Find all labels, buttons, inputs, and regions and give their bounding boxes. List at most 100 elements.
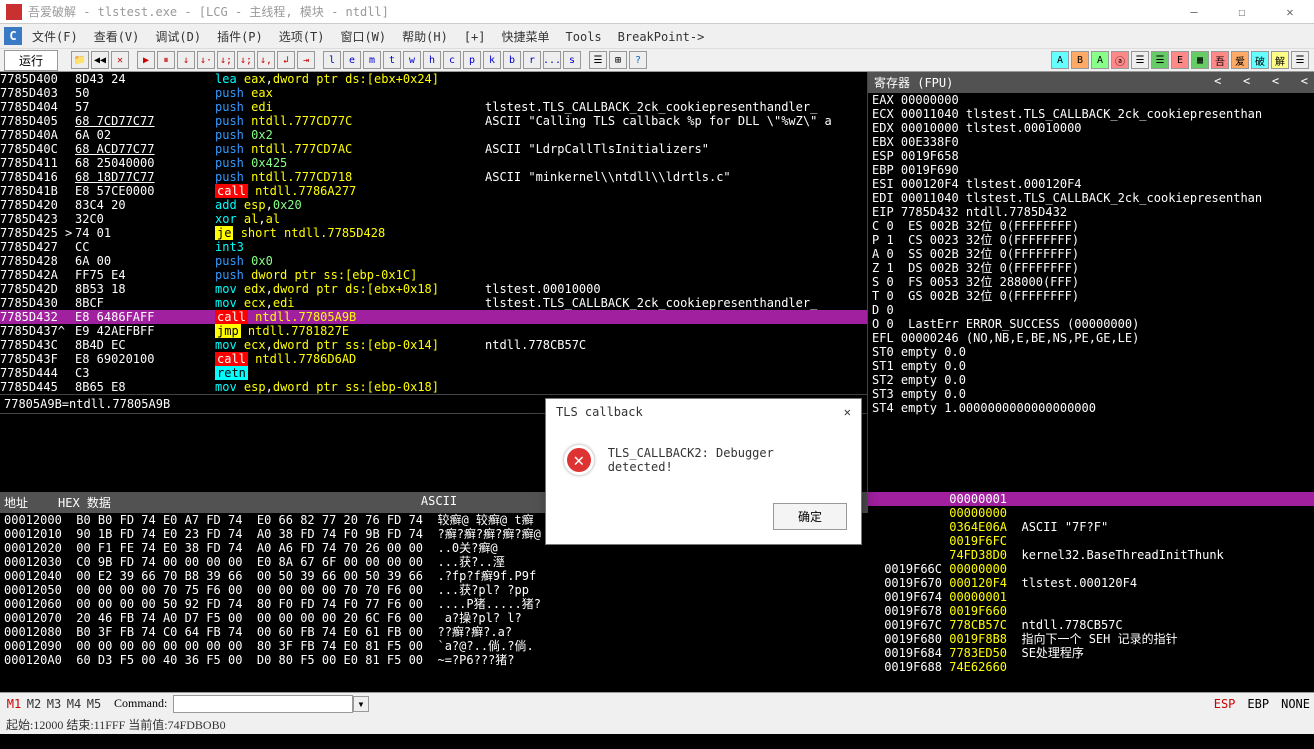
app-c-icon[interactable]: C [4, 27, 22, 45]
stack-row[interactable]: 00000000 [868, 506, 1314, 520]
disasm-row[interactable]: 7785D41B E8 57CE0000call ntdll.7786A277 [0, 184, 867, 198]
step6[interactable]: ↲ [277, 51, 295, 69]
view-s[interactable]: s [563, 51, 581, 69]
disasm-row[interactable]: 7785D404 57push editlstest.TLS_CALLBACK_… [0, 100, 867, 114]
none-btn[interactable]: NONE [1281, 697, 1310, 711]
view-k[interactable]: k [483, 51, 501, 69]
step5[interactable]: ↓, [257, 51, 275, 69]
stack-row[interactable]: 0364E06A ASCII "7F?F" [868, 520, 1314, 534]
menu-Tools[interactable]: Tools [558, 28, 610, 46]
disasm-row[interactable]: 7785D425 >74 01je short ntdll.7785D428 [0, 226, 867, 240]
stack-row[interactable]: 0019F688 74E62660 [868, 660, 1314, 674]
menu-文件(F)[interactable]: 文件(F) [24, 28, 86, 46]
dump-row[interactable]: 00012060 00 00 00 00 50 92 FD 74 80 F0 F… [0, 597, 868, 611]
reg-line[interactable]: D 0 [868, 303, 1314, 317]
ex5[interactable]: ☰ [1131, 51, 1149, 69]
ex2[interactable]: B [1071, 51, 1089, 69]
help-btn[interactable]: ? [629, 51, 647, 69]
v2[interactable]: ⊞ [609, 51, 627, 69]
stack-row[interactable]: 0019F684 7783ED50 SE处理程序 [868, 646, 1314, 660]
reg-line[interactable]: A 0 SS 002B 32位 0(FFFFFFFF) [868, 247, 1314, 261]
disasm-row[interactable]: 7785D411 68 25040000push 0x425 [0, 156, 867, 170]
reg-line[interactable]: ST0 empty 0.0 [868, 345, 1314, 359]
menu-选项(T)[interactable]: 选项(T) [271, 28, 333, 46]
menu-快捷菜单[interactable]: 快捷菜单 [494, 28, 558, 46]
maximize-button[interactable]: ☐ [1224, 5, 1260, 19]
view-...[interactable]: ... [543, 51, 561, 69]
step4[interactable]: ↓; [237, 51, 255, 69]
open-btn[interactable]: 📁 [71, 51, 89, 69]
menu-调试(D)[interactable]: 调试(D) [147, 28, 209, 46]
ex8[interactable]: ▦ [1191, 51, 1209, 69]
stack-row[interactable]: 0019F66C 00000000 [868, 562, 1314, 576]
reg-line[interactable]: S 0 FS 0053 32位 288000(FFF) [868, 275, 1314, 289]
close-button[interactable]: ✕ [1272, 5, 1308, 19]
disasm-row[interactable]: 7785D427 CCint3 [0, 240, 867, 254]
disasm-row[interactable]: 7785D428 6A 00push 0x0 [0, 254, 867, 268]
disasm-row[interactable]: 7785D42D 8B53 18mov edx,dword ptr ds:[eb… [0, 282, 867, 296]
reg-line[interactable]: ST1 empty 0.0 [868, 359, 1314, 373]
view-e[interactable]: e [343, 51, 361, 69]
step3[interactable]: ↓; [217, 51, 235, 69]
menu-插件(P)[interactable]: 插件(P) [209, 28, 271, 46]
view-r[interactable]: r [523, 51, 541, 69]
rewind-btn[interactable]: ◀◀ [91, 51, 109, 69]
reg-line[interactable]: C 0 ES 002B 32位 0(FFFFFFFF) [868, 219, 1314, 233]
disasm-row[interactable]: 7785D43F E8 69020100call ntdll.7786D6AD [0, 352, 867, 366]
disasm-row[interactable]: 7785D444 C3retn [0, 366, 867, 380]
stack-row[interactable]: 00000001 [868, 492, 1314, 506]
pause-btn[interactable]: ⏸ [157, 51, 175, 69]
disasm-row[interactable]: 7785D445 8B65 E8mov esp,dword ptr ss:[eb… [0, 380, 867, 394]
reg-line[interactable]: ST3 empty 0.0 [868, 387, 1314, 401]
command-dropdown[interactable]: ▾ [353, 696, 368, 712]
disasm-row[interactable]: 7785D423 32C0xor al,al [0, 212, 867, 226]
dump-row[interactable]: 00012030 C0 9B FD 74 00 00 00 00 E0 8A 6… [0, 555, 868, 569]
ex7[interactable]: E [1171, 51, 1189, 69]
stack-row[interactable]: 0019F680 0019F8B8 指向下一个 SEH 记录的指针 [868, 632, 1314, 646]
disasm-row[interactable]: 7785D400 8D43 24lea eax,dword ptr ds:[eb… [0, 72, 867, 86]
dialog-ok-button[interactable]: 确定 [773, 503, 847, 530]
v1[interactable]: ☰ [589, 51, 607, 69]
dump-row[interactable]: 00012070 20 46 FB 74 A0 D7 F5 00 00 00 0… [0, 611, 868, 625]
disasm-row[interactable]: 7785D437^ E9 42AEFBFFjmp ntdll.7781827E [0, 324, 867, 338]
disasm-row[interactable]: 7785D40C 68 ACD77C77push ntdll.777CD7ACA… [0, 142, 867, 156]
ex10[interactable]: 爱 [1231, 51, 1249, 69]
reg-line[interactable]: ST4 empty 1.0000000000000000000 [868, 401, 1314, 415]
reg-line[interactable]: Z 1 DS 002B 32位 0(FFFFFFFF) [868, 261, 1314, 275]
dump-row[interactable]: 00012040 00 E2 39 66 70 B8 39 66 00 50 3… [0, 569, 868, 583]
step1[interactable]: ↓ [177, 51, 195, 69]
reg-line[interactable]: ST2 empty 0.0 [868, 373, 1314, 387]
esp-btn[interactable]: ESP [1214, 697, 1236, 711]
menu-[+][interactable]: [+] [456, 28, 494, 46]
reg-line[interactable]: EFL 00000246 (NO,NB,E,BE,NS,PE,GE,LE) [868, 331, 1314, 345]
menu-查看(V)[interactable]: 查看(V) [86, 28, 148, 46]
command-input[interactable] [173, 695, 353, 713]
reg-line[interactable]: T 0 GS 002B 32位 0(FFFFFFFF) [868, 289, 1314, 303]
reg-line[interactable]: EBP 0019F690 [868, 163, 1314, 177]
reg-line[interactable]: ESP 0019F658 [868, 149, 1314, 163]
disasm-row[interactable]: 7785D403 50push eax [0, 86, 867, 100]
stack-row[interactable]: 0019F67C 778CB57C ntdll.778CB57C [868, 618, 1314, 632]
disasm-row[interactable]: 7785D432 E8 6486FAFFcall ntdll.77805A9B [0, 310, 867, 324]
disasm-row[interactable]: 7785D420 83C4 20add esp,0x20 [0, 198, 867, 212]
ex4[interactable]: ⓐ [1111, 51, 1129, 69]
reg-line[interactable]: O 0 LastErr ERROR_SUCCESS (00000000) [868, 317, 1314, 331]
disasm-row[interactable]: 7785D40A 6A 02push 0x2 [0, 128, 867, 142]
close-debug-btn[interactable]: ✕ [111, 51, 129, 69]
ex6[interactable]: ☰ [1151, 51, 1169, 69]
reg-line[interactable]: P 1 CS 0023 32位 0(FFFFFFFF) [868, 233, 1314, 247]
m5[interactable]: M5 [84, 697, 104, 711]
disasm-row[interactable]: 7785D405 68 7CD77C77push ntdll.777CD77CA… [0, 114, 867, 128]
m2[interactable]: M2 [24, 697, 44, 711]
menu-窗口(W)[interactable]: 窗口(W) [332, 28, 394, 46]
reg-line[interactable]: ESI 000120F4 tlstest.000120F4 [868, 177, 1314, 191]
menu-BreakPoint->[interactable]: BreakPoint-> [610, 28, 713, 46]
m4[interactable]: M4 [64, 697, 84, 711]
ex11[interactable]: 破 [1251, 51, 1269, 69]
run-btn[interactable]: ▶ [137, 51, 155, 69]
stack-row[interactable]: 0019F678 0019F660 [868, 604, 1314, 618]
dialog-close-icon[interactable]: ✕ [844, 405, 851, 419]
stack-row[interactable]: 0019F674 00000001 [868, 590, 1314, 604]
minimize-button[interactable]: — [1176, 5, 1212, 19]
dump-row[interactable]: 00012080 B0 3F FB 74 C0 64 FB 74 00 60 F… [0, 625, 868, 639]
